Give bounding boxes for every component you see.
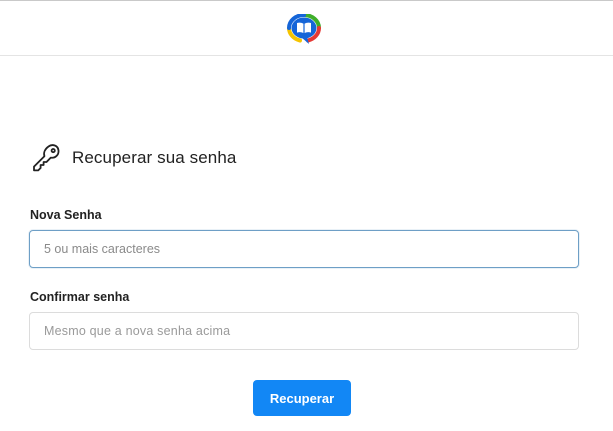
confirm-password-input[interactable]: [29, 312, 579, 350]
header-bar: [0, 1, 613, 56]
page: Recuperar sua senha Nova Senha Confirmar…: [0, 0, 613, 431]
confirm-password-label: Confirmar senha: [30, 290, 130, 304]
page-heading: Recuperar sua senha: [31, 141, 236, 175]
page-title: Recuperar sua senha: [72, 148, 237, 167]
new-password-input[interactable]: [29, 230, 579, 268]
recover-button[interactable]: Recuperar: [253, 380, 351, 416]
key-icon: [33, 144, 60, 172]
new-password-label: Nova Senha: [30, 208, 102, 222]
book-speech-bubble-logo-icon[interactable]: [286, 14, 322, 46]
